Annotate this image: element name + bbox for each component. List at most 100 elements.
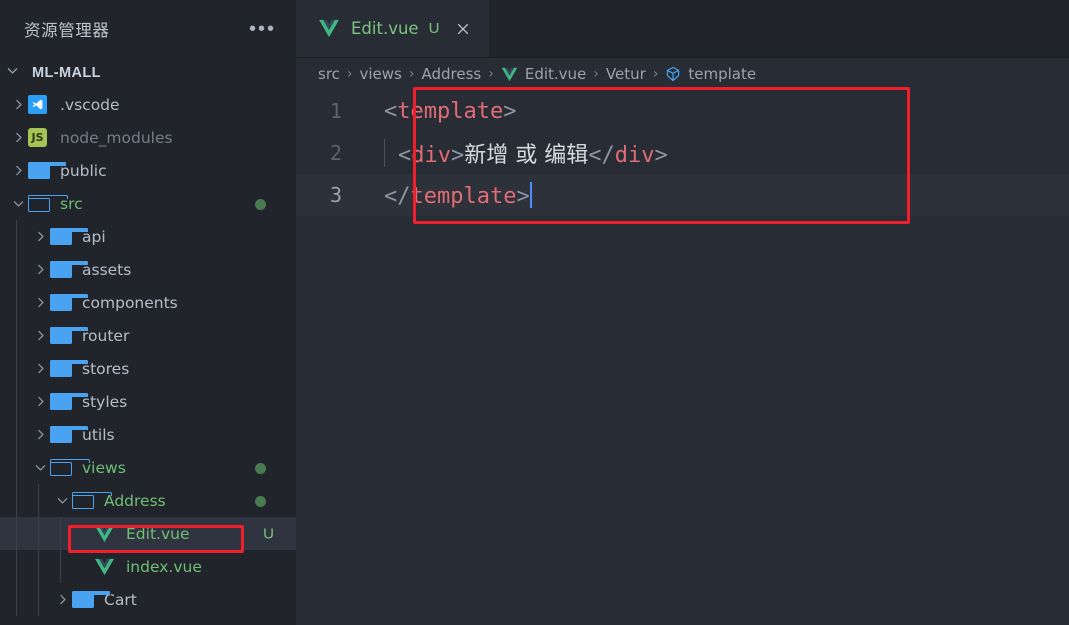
code-line[interactable]: 2 <div>新增 或 编辑</div> [296, 132, 1069, 174]
tree-item-label: components [82, 293, 178, 312]
indent-guide [38, 517, 39, 550]
tree-item-public[interactable]: public [0, 154, 296, 187]
tree-item-stores[interactable]: stores [0, 352, 296, 385]
indent-guide [16, 451, 17, 484]
tree-item-index-vue[interactable]: index.vue [0, 550, 296, 583]
breadcrumb-item-vetur[interactable]: Vetur [606, 65, 646, 83]
node-icon: JS [28, 128, 54, 147]
tree-item--vscode[interactable]: .vscode [0, 88, 296, 121]
breadcrumb-label: Vetur [605, 65, 646, 83]
chevron-right-icon[interactable] [8, 164, 28, 177]
chevron-right-icon[interactable] [30, 329, 50, 342]
chevron-down-icon[interactable] [8, 197, 28, 210]
explorer-title: 资源管理器 [24, 21, 110, 40]
breadcrumb-label: views [359, 65, 402, 83]
chevron-right-icon[interactable] [52, 593, 72, 606]
indent-guide [16, 220, 17, 253]
workspace-root-label: ML-MALL [32, 65, 101, 81]
vue-icon [318, 19, 340, 38]
tree-item-label: Edit.vue [126, 524, 190, 543]
tree-item-label: index.vue [126, 557, 202, 576]
chevron-right-icon[interactable] [8, 98, 28, 111]
tree-item-views[interactable]: views [0, 451, 296, 484]
code-token-punct: </ [588, 143, 615, 168]
code-token-punct: < [398, 143, 412, 168]
chevron-right-icon[interactable] [8, 131, 28, 144]
folder-icon [50, 426, 89, 443]
explorer-sidebar: 资源管理器 ••• ML-MALL .vscode JS node_modulesp… [0, 0, 296, 625]
breadcrumb-separator: › [652, 66, 659, 82]
indent-guide [60, 517, 61, 550]
tree-item-src[interactable]: src [0, 187, 296, 220]
chevron-right-icon[interactable] [30, 395, 50, 408]
code-line[interactable]: 3 </template> [296, 174, 1069, 216]
tree-item-label: node_modules [60, 128, 173, 147]
tab-edit-vue[interactable]: Edit.vue U [296, 0, 491, 57]
folder-open-icon [72, 492, 112, 509]
indent-guide [16, 286, 17, 319]
breadcrumb-item-address[interactable]: Address [421, 65, 481, 83]
folder-open-icon [50, 459, 90, 476]
tree-item-edit-vue[interactable]: Edit.vue U [0, 517, 296, 550]
tree-item-assets[interactable]: assets [0, 253, 296, 286]
tree-item-address[interactable]: Address [0, 484, 296, 517]
code-editor[interactable]: 1 <template> 2 <div>新增 或 编辑</div> 3 </templa… [296, 90, 1069, 625]
breadcrumb-item-src[interactable]: src [318, 65, 340, 83]
vue-icon [94, 525, 120, 543]
chevron-down-icon[interactable] [52, 494, 72, 507]
tree-item-api[interactable]: api [0, 220, 296, 253]
tree-item-utils[interactable]: utils [0, 418, 296, 451]
breadcrumb-item-views[interactable]: views [360, 65, 402, 83]
indent-guide [16, 550, 17, 583]
code-token-punct: </ [384, 183, 411, 209]
breadcrumb-item-edit-vue[interactable]: Edit.vue [501, 65, 586, 83]
folder-icon [50, 360, 89, 377]
indent-guide [384, 139, 385, 167]
indent-guide [60, 550, 61, 583]
chevron-right-icon[interactable] [30, 362, 50, 375]
vscode-window: 资源管理器 ••• ML-MALL .vscode JS node_modulesp… [0, 0, 1069, 625]
line-number: 3 [329, 183, 342, 207]
code-token-punct: > [516, 183, 530, 209]
indent-guide [38, 583, 39, 616]
line-number: 2 [329, 141, 342, 165]
code-token-punct: > [654, 143, 668, 168]
tree-item-cart[interactable]: Cart [0, 583, 296, 616]
git-status-badge: U [263, 525, 274, 542]
code-line[interactable]: 1 <template> [296, 90, 1069, 132]
chevron-right-icon[interactable] [30, 230, 50, 243]
folder-icon [50, 327, 89, 344]
git-modified-dot [255, 198, 266, 210]
symbol-cube-icon [665, 66, 681, 82]
breadcrumb-separator: › [408, 66, 415, 82]
code-line-content: <template> [362, 99, 1069, 124]
code-line-content: <div>新增 或 编辑</div> [362, 137, 1069, 169]
chevron-right-icon[interactable] [30, 428, 50, 441]
workspace-root-row[interactable]: ML-MALL [0, 58, 296, 88]
indent-guide [16, 385, 17, 418]
indent-guide [16, 484, 17, 517]
tree-item-router[interactable]: router [0, 319, 296, 352]
tree-item-node-modules[interactable]: JS node_modules [0, 121, 296, 154]
editor-area: Edit.vue U src › views › Address › Edit.vue › Ve… [296, 0, 1069, 625]
chevron-right-icon[interactable] [30, 263, 50, 276]
breadcrumb-label: template [688, 65, 757, 83]
tab-label: Edit.vue [351, 19, 419, 38]
code-token-punct: < [384, 98, 398, 124]
breadcrumb-item-template[interactable]: template [665, 65, 756, 83]
vue-icon [501, 67, 518, 82]
folder-icon [28, 162, 67, 179]
code-token-tag: div [411, 143, 451, 168]
indent-guide [38, 550, 39, 583]
tree-item-styles[interactable]: styles [0, 385, 296, 418]
chevron-down-icon[interactable] [6, 64, 32, 82]
breadcrumb-separator: › [593, 66, 599, 82]
chevron-right-icon[interactable] [30, 296, 50, 309]
tree-item-components[interactable]: components [0, 286, 296, 319]
chevron-down-icon[interactable] [30, 461, 50, 474]
indent-guide [16, 319, 17, 352]
more-actions-icon[interactable]: ••• [247, 19, 278, 39]
close-icon[interactable] [453, 19, 473, 39]
explorer-header: 资源管理器 ••• [0, 0, 296, 58]
